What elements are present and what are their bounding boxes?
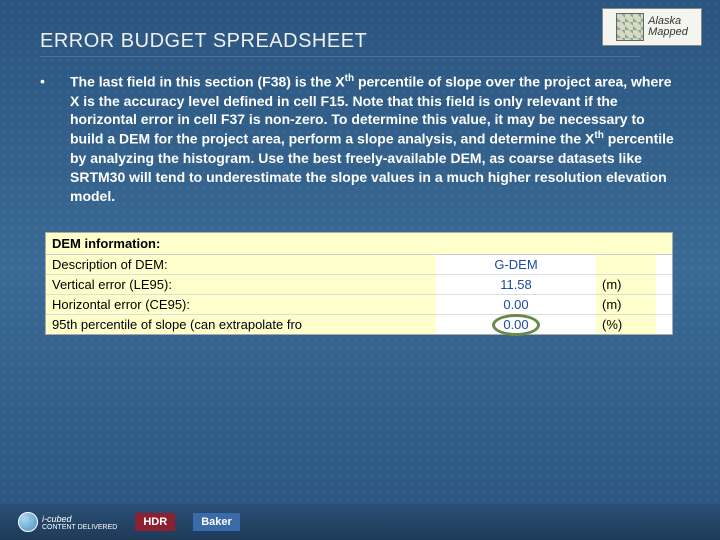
globe-icon <box>18 512 38 532</box>
dem-spreadsheet: DEM information: Description of DEM:G-DE… <box>45 232 673 335</box>
bullet-paragraph: • The last field in this section (F38) i… <box>40 72 680 206</box>
cell-value: 11.58 <box>436 275 596 294</box>
logo-grid-icon <box>616 13 644 41</box>
cell-value: 0.00 <box>436 295 596 314</box>
sheet-header: DEM information: <box>46 233 672 255</box>
slide-title: ERROR BUDGET SPREADSHEET <box>40 30 367 53</box>
hdr-logo: HDR <box>135 513 175 531</box>
cell-value: G-DEM <box>436 255 596 274</box>
cell-label: 95th percentile of slope (can extrapolat… <box>46 315 436 334</box>
alaska-mapped-logo: Alaska Mapped <box>602 8 702 46</box>
cell-unit: (%) <box>596 315 656 334</box>
sheet-row: Vertical error (LE95):11.58(m) <box>46 275 672 295</box>
icubed-logo: i-cubed CONTENT DELIVERED <box>18 512 117 532</box>
sheet-row: Description of DEM:G-DEM <box>46 255 672 275</box>
cell-unit: (m) <box>596 295 656 314</box>
bullet-marker: • <box>40 72 70 206</box>
cell-label: Vertical error (LE95): <box>46 275 436 294</box>
bullet-text: The last field in this section (F38) is … <box>70 72 680 206</box>
cell-value: 0.00 <box>436 315 596 334</box>
sheet-row: 95th percentile of slope (can extrapolat… <box>46 315 672 334</box>
baker-logo: Baker <box>193 513 240 531</box>
cell-label: Description of DEM: <box>46 255 436 274</box>
cell-unit: (m) <box>596 275 656 294</box>
highlight-circle-icon <box>492 314 540 336</box>
logo-text: Alaska Mapped <box>648 16 688 38</box>
cell-label: Horizontal error (CE95): <box>46 295 436 314</box>
footer-bar: i-cubed CONTENT DELIVERED HDR Baker <box>0 504 720 540</box>
title-underline <box>40 56 640 57</box>
sheet-row: Horizontal error (CE95):0.00(m) <box>46 295 672 315</box>
cell-unit <box>596 255 656 274</box>
